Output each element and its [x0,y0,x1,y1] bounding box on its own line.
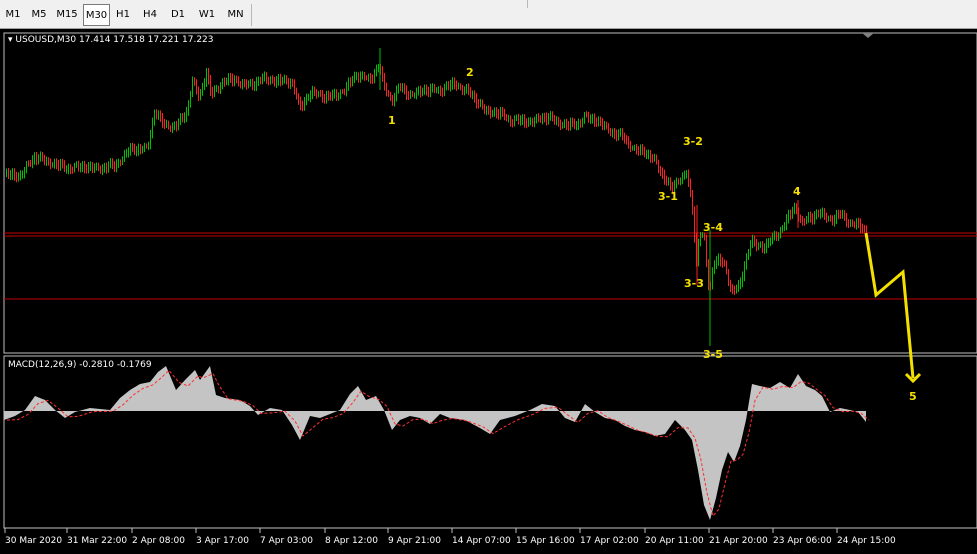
time-label: 20 Apr 11:00 [645,536,704,546]
time-label: 31 Mar 22:00 [67,536,128,546]
wave-label-4: 4 [793,185,801,198]
time-label: 24 Apr 15:00 [837,536,896,546]
tf-button-h4[interactable]: H4 [138,4,162,26]
timeframe-toolbar: M1 M5 M15 M30 H1 H4 D1 W1 MN [0,0,977,29]
macd-pane-frame [3,355,977,529]
main-pane-frame [3,32,977,354]
macd-header: MACD(12,26,9) -0.2810 -0.1769 [8,360,152,370]
wave-label-3-1: 3-1 [658,190,678,203]
time-label: 21 Apr 20:00 [709,536,768,546]
wave-label-3-2: 3-2 [683,135,703,148]
tf-button-d1[interactable]: D1 [166,4,190,26]
time-label: 15 Apr 16:00 [516,536,575,546]
toolbar-separator [251,4,252,26]
tf-button-m15[interactable]: M15 [53,4,81,26]
time-label: 14 Apr 07:00 [452,536,511,546]
tf-button-m30[interactable]: M30 [83,4,110,26]
time-label: 2 Apr 08:00 [132,536,185,546]
tf-button-m5[interactable]: M5 [27,4,51,26]
tf-button-w1[interactable]: W1 [194,4,220,26]
chart-header: ▾ USOUSD,M30 17.414 17.518 17.221 17.223 [8,35,214,45]
wave-label-1: 1 [388,114,396,127]
price-chart[interactable] [0,29,977,554]
collapse-triangle-icon: ▾ [8,35,13,45]
tf-button-h1[interactable]: H1 [112,4,134,26]
time-label: 9 Apr 21:00 [388,536,441,546]
symbol-info: USOUSD,M30 17.414 17.518 17.221 17.223 [15,35,214,45]
tf-button-m1[interactable]: M1 [1,4,25,26]
time-label: 17 Apr 02:00 [580,536,639,546]
time-label: 30 Mar 2020 [5,536,63,546]
time-label: 8 Apr 12:00 [325,536,378,546]
macd-histogram [4,366,866,520]
wave-label-3-5: 3-5 [703,348,723,361]
wave-label-2: 2 [466,66,474,79]
candlestick-series [6,48,867,346]
time-label: 3 Apr 17:00 [196,536,249,546]
toolbar-edge [527,0,528,8]
chart-shift-marker [862,33,874,38]
tf-button-mn[interactable]: MN [222,4,249,26]
wave-label-3-3: 3-3 [684,277,704,290]
time-axis-ticks [4,528,838,533]
wave-label-5: 5 [909,390,917,403]
time-label: 23 Apr 06:00 [773,536,832,546]
time-label: 7 Apr 03:00 [260,536,313,546]
wave-label-3-4: 3-4 [703,221,723,234]
